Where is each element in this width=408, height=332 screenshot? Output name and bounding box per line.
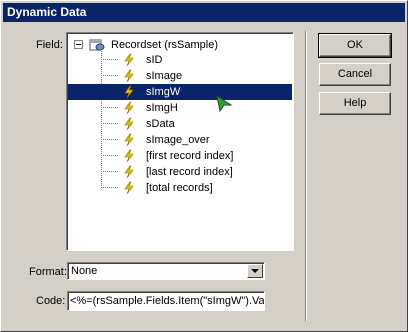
tree-item-first-record-index[interactable]: [first record index] [122,148,233,164]
minus-icon [76,44,81,45]
lightning-bolt-icon [124,53,134,67]
mouse-cursor-icon [216,95,233,113]
lightning-bolt-icon [124,101,134,115]
lightning-bolt-icon [124,117,134,131]
tree-item-total-records[interactable]: [total records] [122,180,213,196]
vertical-divider [305,31,307,321]
tree-item-label: sID [146,54,163,66]
tree-item-label: [total records] [146,182,213,194]
tree-item-label: Recordset (rsSample) [111,39,218,51]
dynamic-data-dialog: Dynamic Data Field: Recordset (rsSample)… [0,0,408,332]
code-field[interactable]: <%=(rsSample.Fields.Item("sImgW").Valu [67,291,265,311]
tree-item-label: sImgW [146,86,181,98]
tree-item-label: sImage_over [146,134,210,146]
tree-item-label: sData [146,118,175,130]
field-label: Field: [36,39,63,51]
tree-item-sid[interactable]: sID [122,52,163,68]
lightning-bolt-icon [124,133,134,147]
code-label: Code: [36,295,66,307]
collapse-toggle[interactable] [74,40,83,49]
tree-item-last-record-index[interactable]: [last record index] [122,164,233,180]
tree-item-recordset[interactable]: Recordset (rsSample) [89,37,218,53]
lightning-bolt-icon [124,181,134,195]
ok-button[interactable]: OK [318,33,392,58]
cancel-button[interactable]: Cancel [319,63,391,86]
lightning-bolt-icon [124,165,134,179]
tree-item-simage[interactable]: sImage [122,68,182,84]
format-dropdown[interactable]: None [67,262,265,280]
dialog-title: Dynamic Data [3,3,405,22]
tree-item-label: [first record index] [146,150,234,162]
help-button[interactable]: Help [319,92,391,115]
lightning-bolt-icon [124,85,134,99]
format-label: Format: [29,266,67,278]
tree-item-simgw[interactable]: sImgW [68,84,292,100]
field-tree[interactable]: Recordset (rsSample) sID sImage sImgW sI… [66,32,294,251]
dropdown-arrow-icon[interactable] [247,264,263,278]
tree-item-sdata[interactable]: sData [122,116,175,132]
tree-item-simage-over[interactable]: sImage_over [122,132,210,148]
tree-item-simgh[interactable]: sImgH [122,100,178,116]
tree-item-label: [last record index] [146,166,233,178]
lightning-bolt-icon [124,149,134,163]
recordset-icon [89,39,105,51]
tree-item-label: sImgH [146,102,178,114]
lightning-bolt-icon [124,69,134,83]
tree-item-label: sImage [146,70,183,82]
format-value: None [71,265,98,277]
